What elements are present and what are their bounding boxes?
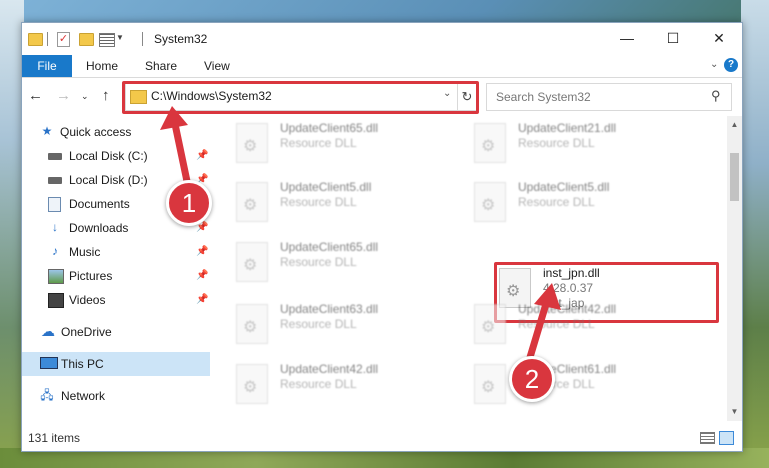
annotation-overlay — [160, 106, 561, 368]
arrow-1 — [160, 106, 192, 190]
step-1-badge: 1 — [166, 180, 212, 226]
step-2-badge: 2 — [509, 356, 555, 402]
arrow-2 — [524, 283, 561, 368]
